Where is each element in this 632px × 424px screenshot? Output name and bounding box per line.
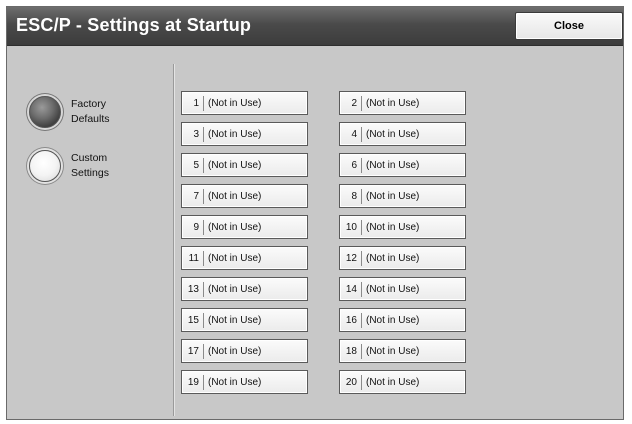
setting-label: (Not in Use)	[208, 98, 262, 109]
setting-number: 16	[340, 313, 362, 328]
setting-label: (Not in Use)	[366, 98, 420, 109]
factory-defaults-option[interactable]: Factory Defaults	[29, 96, 141, 128]
setting-label: (Not in Use)	[366, 315, 420, 326]
setting-number: 6	[340, 158, 362, 173]
setting-label: (Not in Use)	[366, 222, 420, 233]
setting-button-11[interactable]: 11 (Not in Use)	[181, 246, 308, 270]
setting-number: 12	[340, 251, 362, 266]
setting-label: (Not in Use)	[366, 377, 420, 388]
setting-number: 18	[340, 344, 362, 359]
setting-button-13[interactable]: 13 (Not in Use)	[181, 277, 308, 301]
setting-label: (Not in Use)	[208, 253, 262, 264]
setting-label: (Not in Use)	[366, 346, 420, 357]
custom-settings-label-line2: Settings	[71, 167, 109, 179]
radio-selected-icon[interactable]	[29, 96, 61, 128]
setting-button-17[interactable]: 17 (Not in Use)	[181, 339, 308, 363]
close-button[interactable]: Close	[515, 12, 623, 40]
setting-button-19[interactable]: 19 (Not in Use)	[181, 370, 308, 394]
custom-settings-option[interactable]: Custom Settings	[29, 150, 141, 182]
setting-number: 3	[182, 127, 204, 142]
setting-number: 14	[340, 282, 362, 297]
setting-label: (Not in Use)	[208, 222, 262, 233]
settings-window: ESC/P - Settings at Startup Close Factor…	[6, 6, 624, 420]
panel-divider	[173, 64, 174, 416]
setting-label: (Not in Use)	[366, 160, 420, 171]
setting-number: 2	[340, 96, 362, 111]
factory-defaults-label: Factory Defaults	[71, 97, 141, 127]
setting-button-14[interactable]: 14 (Not in Use)	[339, 277, 466, 301]
setting-label: (Not in Use)	[208, 284, 262, 295]
setting-number: 10	[340, 220, 362, 235]
setting-number: 19	[182, 375, 204, 390]
setting-label: (Not in Use)	[366, 284, 420, 295]
setting-label: (Not in Use)	[366, 191, 420, 202]
setting-button-7[interactable]: 7 (Not in Use)	[181, 184, 308, 208]
setting-label: (Not in Use)	[208, 346, 262, 357]
title-bar: ESC/P - Settings at Startup Close	[7, 7, 623, 46]
setting-number: 1	[182, 96, 204, 111]
setting-number: 20	[340, 375, 362, 390]
setting-button-12[interactable]: 12 (Not in Use)	[339, 246, 466, 270]
radio-unselected-icon[interactable]	[29, 150, 61, 182]
setting-label: (Not in Use)	[366, 253, 420, 264]
setting-label: (Not in Use)	[208, 160, 262, 171]
setting-number: 13	[182, 282, 204, 297]
setting-button-15[interactable]: 15 (Not in Use)	[181, 308, 308, 332]
setting-number: 8	[340, 189, 362, 204]
setting-number: 17	[182, 344, 204, 359]
setting-button-18[interactable]: 18 (Not in Use)	[339, 339, 466, 363]
setting-button-16[interactable]: 16 (Not in Use)	[339, 308, 466, 332]
setting-button-6[interactable]: 6 (Not in Use)	[339, 153, 466, 177]
setting-button-9[interactable]: 9 (Not in Use)	[181, 215, 308, 239]
setting-label: (Not in Use)	[208, 129, 262, 140]
custom-settings-label-line1: Custom	[71, 152, 108, 164]
setting-button-8[interactable]: 8 (Not in Use)	[339, 184, 466, 208]
setting-number: 11	[182, 251, 204, 266]
setting-button-5[interactable]: 5 (Not in Use)	[181, 153, 308, 177]
setting-button-3[interactable]: 3 (Not in Use)	[181, 122, 308, 146]
setting-number: 5	[182, 158, 204, 173]
setting-label: (Not in Use)	[208, 377, 262, 388]
custom-settings-label: Custom Settings	[71, 151, 141, 181]
factory-defaults-label-line2: Defaults	[71, 113, 110, 125]
factory-defaults-label-line1: Factory	[71, 98, 107, 110]
setting-label: (Not in Use)	[208, 191, 262, 202]
setting-label: (Not in Use)	[366, 129, 420, 140]
setting-button-4[interactable]: 4 (Not in Use)	[339, 122, 466, 146]
setting-number: 9	[182, 220, 204, 235]
setting-number: 4	[340, 127, 362, 142]
setting-label: (Not in Use)	[208, 315, 262, 326]
setting-button-10[interactable]: 10 (Not in Use)	[339, 215, 466, 239]
setting-button-1[interactable]: 1 (Not in Use)	[181, 91, 308, 115]
setting-button-2[interactable]: 2 (Not in Use)	[339, 91, 466, 115]
setting-number: 7	[182, 189, 204, 204]
setting-button-20[interactable]: 20 (Not in Use)	[339, 370, 466, 394]
page-title: ESC/P - Settings at Startup	[16, 15, 252, 35]
setting-number: 15	[182, 313, 204, 328]
